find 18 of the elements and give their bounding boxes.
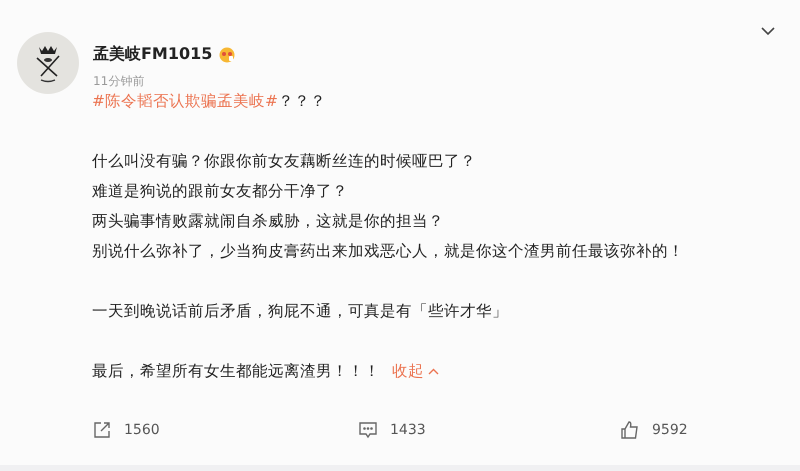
post-text: ？？？ bbox=[278, 91, 326, 112]
post-text: 别说什么弥补了，少当狗皮膏药出来加戏恶心人，就是你这个渣男前任最该弥补的！ bbox=[92, 241, 685, 262]
author-name[interactable]: 孟美岐FM1015 bbox=[93, 44, 212, 65]
comment-button[interactable]: 1433 bbox=[358, 420, 426, 440]
share-icon bbox=[92, 420, 112, 440]
verified-badge-icon bbox=[218, 46, 236, 62]
comment-icon bbox=[358, 420, 378, 440]
like-button[interactable]: 9592 bbox=[620, 420, 688, 440]
chevron-down-icon[interactable] bbox=[760, 26, 776, 36]
post-text: 难道是狗说的跟前女友都分干净了？ bbox=[92, 181, 349, 202]
post-text: 一天到晚说话前后矛盾，狗屁不通，可真是有「些许才华」 bbox=[92, 301, 509, 322]
post-text: 什么叫没有骗？你跟你前女友藕断丝连的时候哑巴了？ bbox=[92, 151, 477, 172]
share-button[interactable]: 1560 bbox=[92, 420, 160, 440]
thumbs-up-icon bbox=[620, 420, 640, 440]
avatar-icon[interactable] bbox=[17, 32, 79, 94]
caret-up-icon bbox=[428, 368, 439, 374]
post-text: 最后，希望所有女生都能远离渣男！！！ bbox=[92, 361, 380, 382]
post-text: 两头骗事情败露就闹自杀威胁，这就是你的担当？ bbox=[92, 211, 445, 232]
